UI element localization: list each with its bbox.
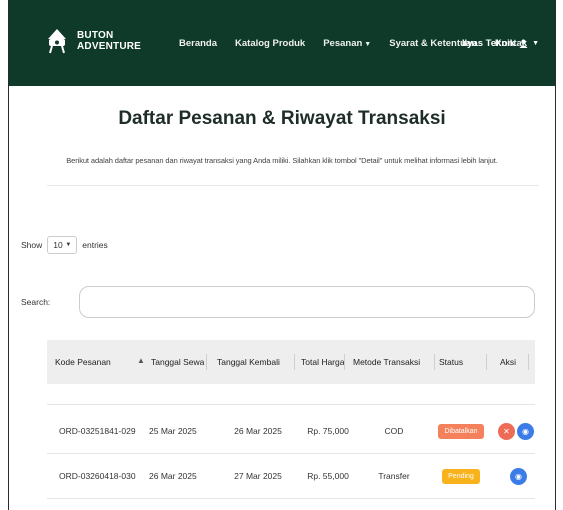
row-divider xyxy=(47,404,535,405)
chevron-down-icon: ▼ xyxy=(364,41,372,48)
cell-tanggal-sewa: 26 Mar 2025 xyxy=(149,471,197,481)
nav-item-pesanan[interactable]: Pesanan ▼ xyxy=(323,38,371,49)
cancel-order-button[interactable]: ✕ xyxy=(498,422,515,440)
column-separator xyxy=(434,354,435,370)
brand-line-2: ADVENTURE xyxy=(77,41,142,52)
entries-value: 10 xyxy=(53,240,63,250)
cell-status: Pending xyxy=(437,454,485,498)
navbar: BUTON ADVENTURE Beranda Katalog Produk P… xyxy=(9,0,555,86)
column-header-tanggal-sewa[interactable]: Tanggal Sewa xyxy=(147,340,207,384)
detail-icon: ◉ xyxy=(522,426,529,436)
cell-total-harga: Rp. 75,000 xyxy=(307,426,349,436)
status-badge: Pending xyxy=(442,468,480,484)
column-header-metode[interactable]: Metode Transaksi xyxy=(353,340,435,384)
entries-label: entries xyxy=(82,240,108,250)
column-header-label: Metode Transaksi xyxy=(353,357,421,367)
cell-tanggal-sewa: 25 Mar 2025 xyxy=(149,426,197,436)
table-header: Kode Pesanan ▲ Tanggal Sewa Tanggal Kemb… xyxy=(47,340,535,384)
user-icon xyxy=(519,39,528,48)
row-divider xyxy=(47,498,535,499)
detail-icon: ◉ xyxy=(515,471,522,481)
column-header-label: Kode Pesanan xyxy=(55,357,111,367)
entries-control: Show 10 ▼ entries xyxy=(21,236,108,254)
sort-asc-icon: ▲ xyxy=(137,356,145,365)
cell-aksi: ◉ xyxy=(509,454,533,498)
cell-total-harga: Rp. 55,000 xyxy=(307,471,349,481)
user-name: Ilyas Teknik xyxy=(461,38,516,49)
column-separator xyxy=(486,354,487,370)
browser-viewport: BUTON ADVENTURE Beranda Katalog Produk P… xyxy=(8,0,556,510)
cell-metode: Transfer xyxy=(378,471,410,481)
detail-button[interactable]: ◉ xyxy=(517,422,534,440)
nav-item-pesanan-label: Pesanan xyxy=(323,38,363,49)
detail-button[interactable]: ◉ xyxy=(510,467,527,485)
column-header-status[interactable]: Status xyxy=(439,340,487,384)
cell-aksi: ✕ ◉ xyxy=(497,409,535,453)
column-header-label: Total Harga xyxy=(301,357,345,367)
divider xyxy=(47,185,539,186)
page-subtitle: Berikut adalah daftar pesanan dan riwaya… xyxy=(66,156,498,165)
tent-logo-icon xyxy=(48,29,66,54)
column-separator xyxy=(344,354,345,370)
brand-name: BUTON ADVENTURE xyxy=(77,30,141,52)
search-input[interactable] xyxy=(79,286,535,318)
cell-tanggal-kembali: 26 Mar 2025 xyxy=(234,426,282,436)
cell-tanggal-kembali: 27 Mar 2025 xyxy=(234,471,282,481)
column-header-aksi[interactable]: Aksi xyxy=(493,340,529,384)
show-label: Show xyxy=(21,240,43,250)
page-title: Daftar Pesanan & Riwayat Transaksi xyxy=(118,108,446,129)
status-badge: Dibatalkan xyxy=(438,423,484,439)
cell-kode: ORD-03260418-030 xyxy=(59,471,136,481)
column-separator xyxy=(206,354,207,370)
close-icon: ✕ xyxy=(503,426,510,436)
chevron-down-icon: ▼ xyxy=(532,40,539,47)
column-separator-cell xyxy=(343,340,345,384)
chevron-down-icon: ▼ xyxy=(65,242,72,248)
column-header-label: Tanggal Kembali xyxy=(217,357,280,367)
column-separator xyxy=(528,354,529,370)
column-separator xyxy=(294,354,295,370)
column-header-label: Aksi xyxy=(500,357,517,367)
table-row: ORD-03251841-029 25 Mar 2025 26 Mar 2025… xyxy=(47,409,535,453)
column-header-label: Tanggal Sewa xyxy=(151,357,205,367)
cell-metode: COD xyxy=(384,426,404,436)
nav-item-katalog-produk[interactable]: Katalog Produk xyxy=(235,38,305,49)
brand[interactable]: BUTON ADVENTURE xyxy=(45,28,141,54)
column-header-kode[interactable]: Kode Pesanan ▲ xyxy=(55,340,147,384)
search-label: Search: xyxy=(21,297,51,307)
brand-line-1: BUTON xyxy=(77,30,114,41)
nav-item-beranda[interactable]: Beranda xyxy=(179,38,217,49)
user-menu[interactable]: Ilyas Teknik ▼ xyxy=(462,38,539,49)
column-header-tanggal-kembali[interactable]: Tanggal Kembali xyxy=(217,340,295,384)
cell-status: Dibatalkan xyxy=(437,409,485,453)
entries-select[interactable]: 10 ▼ xyxy=(47,236,78,254)
table-row: ORD-03260418-030 26 Mar 2025 27 Mar 2025… xyxy=(47,454,535,498)
column-header-label: Status xyxy=(439,357,464,367)
cell-kode: ORD-03251841-029 xyxy=(59,426,136,436)
